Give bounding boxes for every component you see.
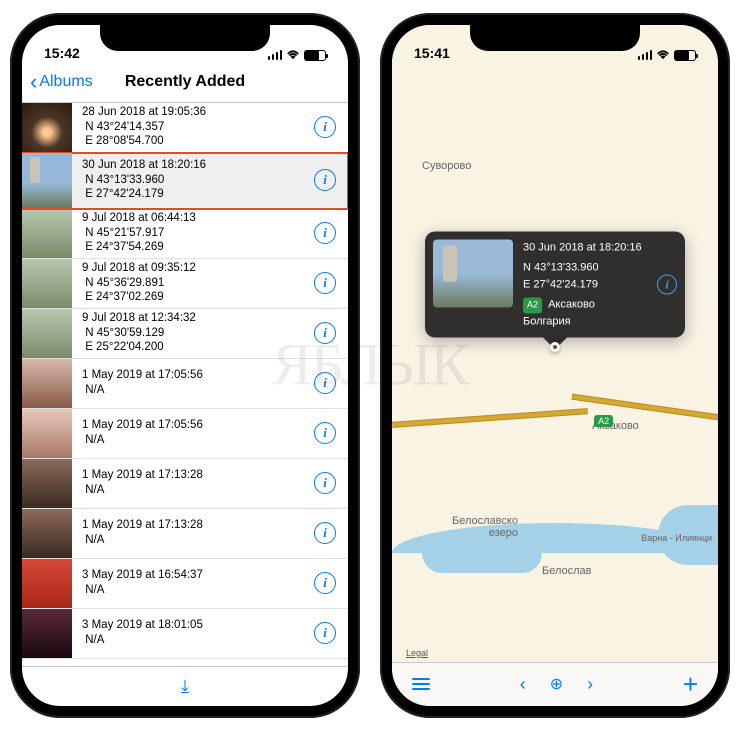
road xyxy=(392,408,588,428)
info-button[interactable]: i xyxy=(314,272,336,294)
town-varna: Варна - Илиянци xyxy=(641,533,712,543)
row-text: 1 May 2019 at 17:05:56 N/A xyxy=(72,418,314,448)
map-view[interactable]: А2 Суворово Аксаково Белославско езеро Б… xyxy=(392,25,718,706)
wifi-icon xyxy=(286,50,300,60)
home-indicator xyxy=(125,708,245,712)
map-toolbar: ‹ ⊕ › + xyxy=(392,662,718,706)
list-item[interactable]: 9 Jul 2018 at 12:34:32 N 45°30'59.129 E … xyxy=(22,309,348,359)
info-button[interactable]: i xyxy=(314,372,336,394)
info-button[interactable]: i xyxy=(314,522,336,544)
nav-bar: ‹ Albums Recently Added xyxy=(22,63,348,103)
list-item[interactable]: 30 Jun 2018 at 18:20:16 N 43°13'33.960 E… xyxy=(22,153,348,209)
thumbnail xyxy=(22,609,72,658)
callout-text: 30 Jun 2018 at 18:20:16 N 43°13'33.960 E… xyxy=(523,239,647,330)
thumbnail xyxy=(22,259,72,308)
notch xyxy=(470,25,640,51)
phone-left: 15:42 ‹ Albums Recently Added 28 Jun 201… xyxy=(10,13,360,718)
row-text: 1 May 2019 at 17:13:28 N/A xyxy=(72,518,314,548)
status-time: 15:42 xyxy=(44,45,80,61)
thumbnail xyxy=(22,359,72,408)
signal-icon xyxy=(638,50,653,60)
list-item[interactable]: 1 May 2019 at 17:05:56 N/Ai xyxy=(22,359,348,409)
add-button[interactable]: + xyxy=(683,669,698,700)
list-item[interactable]: 3 May 2019 at 18:01:05 N/Ai xyxy=(22,609,348,659)
route-badge: А2 xyxy=(594,411,616,429)
thumbnail xyxy=(22,459,72,508)
route-badge: А2 xyxy=(523,298,542,314)
home-indicator xyxy=(495,708,615,712)
page-title: Recently Added xyxy=(125,73,245,91)
info-button[interactable]: i xyxy=(314,622,336,644)
row-text: 1 May 2019 at 17:05:56 N/A xyxy=(72,368,314,398)
thumbnail xyxy=(22,209,72,258)
row-text: 9 Jul 2018 at 12:34:32 N 45°30'59.129 E … xyxy=(72,311,314,356)
row-text: 3 May 2019 at 16:54:37 N/A xyxy=(72,568,314,598)
town-beloslav: Белослав xyxy=(542,565,592,577)
row-text: 9 Jul 2018 at 06:44:13 N 45°21'57.917 E … xyxy=(72,211,314,256)
battery-icon xyxy=(674,50,696,61)
row-text: 28 Jun 2018 at 19:05:36 N 43°24'14.357 E… xyxy=(72,105,314,150)
photo-callout[interactable]: 30 Jun 2018 at 18:20:16 N 43°13'33.960 E… xyxy=(425,231,685,338)
info-button[interactable]: i xyxy=(314,472,336,494)
thumbnail xyxy=(22,509,72,558)
list-item[interactable]: 28 Jun 2018 at 19:05:36 N 43°24'14.357 E… xyxy=(22,103,348,153)
menu-icon[interactable] xyxy=(412,678,430,690)
list-item[interactable]: 1 May 2019 at 17:13:28 N/Ai xyxy=(22,459,348,509)
chevron-left-icon: ‹ xyxy=(30,71,37,93)
list-item[interactable]: 1 May 2019 at 17:05:56 N/Ai xyxy=(22,409,348,459)
download-icon[interactable]: ⤓ xyxy=(181,676,189,697)
info-button[interactable]: i xyxy=(314,572,336,594)
thumbnail xyxy=(22,559,72,608)
info-button[interactable]: i xyxy=(657,275,677,295)
prev-button[interactable]: ‹ xyxy=(520,674,526,695)
callout-thumbnail xyxy=(433,239,513,307)
town-suvorovo: Суворово xyxy=(422,160,471,172)
info-button[interactable]: i xyxy=(314,422,336,444)
list-item[interactable]: 9 Jul 2018 at 06:44:13 N 45°21'57.917 E … xyxy=(22,209,348,259)
status-time: 15:41 xyxy=(414,45,450,61)
next-button[interactable]: › xyxy=(587,674,593,695)
battery-icon xyxy=(304,50,326,61)
map-pin[interactable] xyxy=(550,342,560,352)
legal-link[interactable]: Legal xyxy=(406,648,428,658)
notch xyxy=(100,25,270,51)
bottom-toolbar: ⤓ xyxy=(22,666,348,706)
list-item[interactable]: 1 May 2019 at 17:13:28 N/Ai xyxy=(22,509,348,559)
info-button[interactable]: i xyxy=(314,169,336,191)
row-text: 1 May 2019 at 17:13:28 N/A xyxy=(72,468,314,498)
info-button[interactable]: i xyxy=(314,322,336,344)
thumbnail xyxy=(22,309,72,358)
signal-icon xyxy=(268,50,283,60)
row-text: 30 Jun 2018 at 18:20:16 N 43°13'33.960 E… xyxy=(72,158,314,203)
locate-button[interactable]: ⊕ xyxy=(550,674,563,695)
info-button[interactable]: i xyxy=(314,222,336,244)
list-item[interactable]: 9 Jul 2018 at 09:35:12 N 45°36'29.891 E … xyxy=(22,259,348,309)
back-label: Albums xyxy=(39,73,92,91)
thumbnail xyxy=(22,103,72,152)
row-text: 3 May 2019 at 18:01:05 N/A xyxy=(72,618,314,648)
phone-right: 15:41 А2 Суворово Аксаково Белославско е… xyxy=(380,13,730,718)
list-item[interactable]: 3 May 2019 at 16:54:37 N/Ai xyxy=(22,559,348,609)
back-button[interactable]: ‹ Albums xyxy=(30,71,93,93)
thumbnail xyxy=(22,409,72,458)
lake xyxy=(422,533,542,573)
row-text: 9 Jul 2018 at 09:35:12 N 45°36'29.891 E … xyxy=(72,261,314,306)
photo-list[interactable]: 28 Jun 2018 at 19:05:36 N 43°24'14.357 E… xyxy=(22,103,348,666)
lake-label: Белославско езеро xyxy=(452,515,518,539)
info-button[interactable]: i xyxy=(314,116,336,138)
thumbnail xyxy=(22,153,72,208)
wifi-icon xyxy=(656,50,670,60)
